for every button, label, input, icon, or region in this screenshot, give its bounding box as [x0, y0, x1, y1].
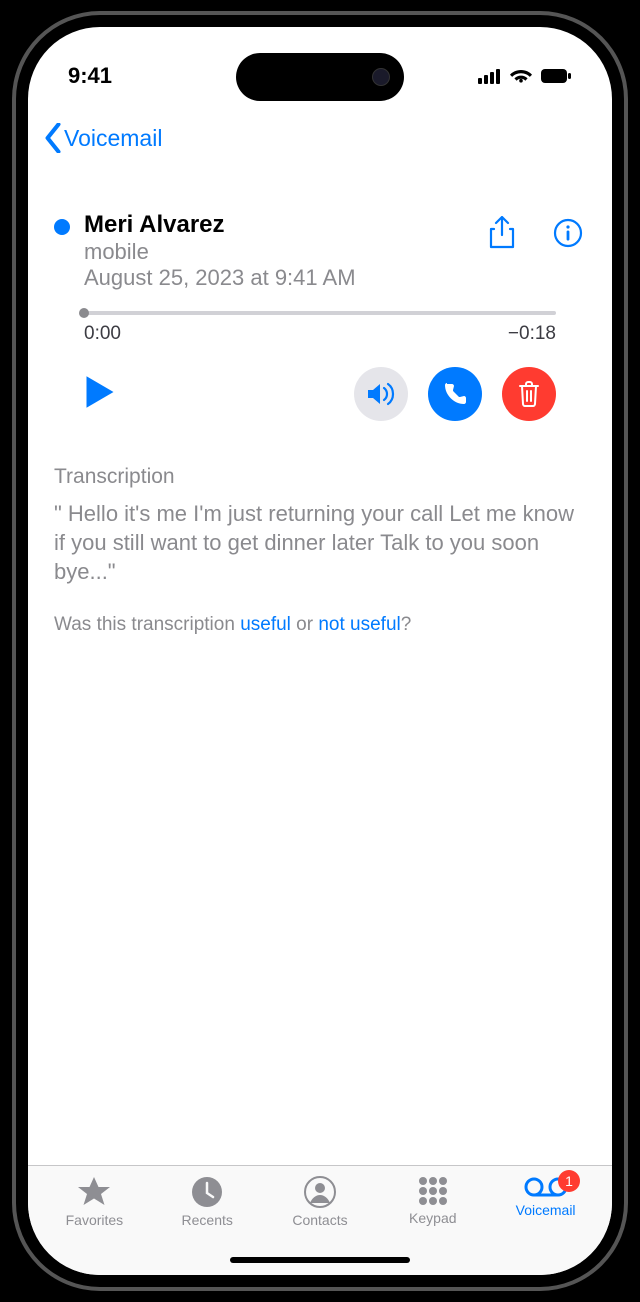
caller-row: Meri Alvarez mobile August 25, 2023 at 9… — [54, 211, 586, 291]
playback-timeline: 0:00 −0:18 — [54, 311, 586, 345]
screen: 9:41 Voicemail Meri Alvarez mobile Augus… — [28, 27, 612, 1275]
share-button[interactable] — [484, 215, 520, 251]
scrubber-thumb-icon — [79, 308, 89, 318]
delete-button[interactable] — [502, 367, 556, 421]
caller-name: Meri Alvarez — [84, 211, 484, 239]
star-icon — [77, 1176, 111, 1208]
voicemail-badge: 1 — [558, 1170, 580, 1192]
tab-voicemail-label: Voicemail — [516, 1202, 576, 1218]
speaker-icon — [366, 381, 396, 407]
time-labels: 0:00 −0:18 — [84, 323, 556, 345]
info-button[interactable] — [550, 215, 586, 251]
playback-controls — [54, 367, 586, 421]
feedback-prefix: Was this transcription — [54, 614, 240, 635]
keypad-icon — [418, 1176, 448, 1206]
tab-favorites-label: Favorites — [66, 1212, 124, 1228]
tab-recents[interactable]: Recents — [151, 1176, 264, 1228]
remaining-time: −0:18 — [508, 323, 556, 345]
useful-link[interactable]: useful — [240, 614, 291, 635]
scrubber-track[interactable] — [84, 311, 556, 315]
tab-contacts-label: Contacts — [292, 1212, 347, 1228]
caller-info: Meri Alvarez mobile August 25, 2023 at 9… — [84, 211, 484, 291]
tab-voicemail[interactable]: 1 Voicemail — [489, 1176, 602, 1218]
back-button[interactable]: Voicemail — [44, 123, 162, 153]
battery-icon — [540, 68, 572, 84]
feedback-mid: or — [291, 614, 318, 635]
play-icon — [84, 374, 116, 410]
cellular-icon — [478, 68, 502, 84]
dynamic-island — [236, 53, 404, 101]
tab-favorites[interactable]: Favorites — [38, 1176, 151, 1228]
tab-keypad[interactable]: Keypad — [376, 1176, 489, 1226]
call-button[interactable] — [428, 367, 482, 421]
clock-icon — [191, 1176, 223, 1208]
share-icon — [488, 216, 516, 250]
phone-icon — [442, 381, 468, 407]
phone-frame: 9:41 Voicemail Meri Alvarez mobile Augus… — [12, 11, 628, 1291]
speaker-button[interactable] — [354, 367, 408, 421]
caller-date: August 25, 2023 at 9:41 AM — [84, 265, 484, 291]
info-icon — [553, 218, 583, 248]
transcription-text: " Hello it's me I'm just returning your … — [54, 499, 586, 586]
unread-dot-icon — [54, 219, 70, 235]
status-time: 9:41 — [68, 63, 112, 89]
trash-icon — [518, 381, 540, 407]
person-icon — [304, 1176, 336, 1208]
back-label: Voicemail — [64, 125, 162, 152]
tab-keypad-label: Keypad — [409, 1210, 456, 1226]
elapsed-time: 0:00 — [84, 323, 121, 345]
nav-header: Voicemail — [28, 107, 612, 169]
feedback-suffix: ? — [401, 614, 412, 635]
transcription-title: Transcription — [54, 465, 586, 489]
home-indicator[interactable] — [230, 1257, 410, 1263]
feedback-prompt: Was this transcription useful or not use… — [54, 614, 586, 636]
caller-label: mobile — [84, 239, 484, 265]
status-icons — [478, 68, 572, 84]
content: Meri Alvarez mobile August 25, 2023 at 9… — [28, 169, 612, 1165]
chevron-left-icon — [44, 123, 62, 153]
wifi-icon — [510, 68, 532, 84]
tab-recents-label: Recents — [182, 1212, 233, 1228]
play-button[interactable] — [84, 374, 116, 415]
header-actions — [484, 211, 586, 251]
tab-contacts[interactable]: Contacts — [264, 1176, 377, 1228]
camera-icon — [372, 68, 390, 86]
not-useful-link[interactable]: not useful — [318, 614, 400, 635]
